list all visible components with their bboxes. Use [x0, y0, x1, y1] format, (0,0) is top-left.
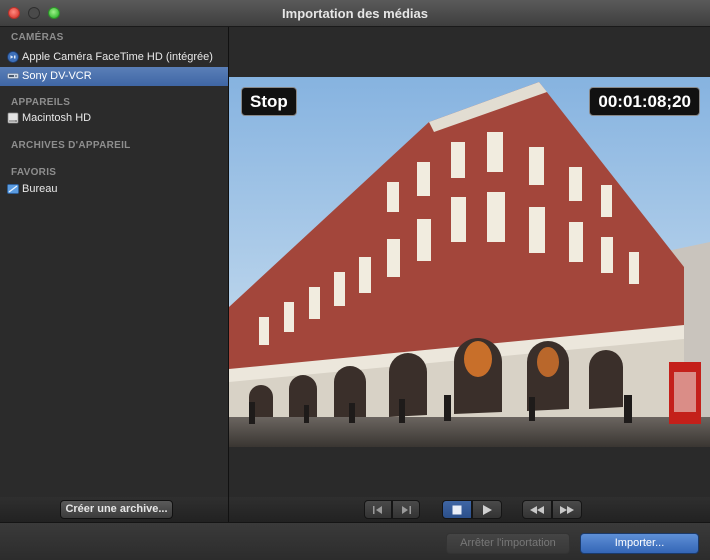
timecode-overlay: 00:01:08;20 [589, 87, 700, 116]
step-back-icon [373, 505, 382, 514]
sidebar-item-macintosh-hd[interactable]: Macintosh HD [0, 109, 228, 128]
fast-forward-button[interactable] [552, 500, 582, 519]
rewind-icon [530, 505, 544, 514]
sidebar-item-label: Sony DV-VCR [22, 70, 92, 82]
window-title: Importation des médias [282, 6, 428, 21]
sidebar: CAMÉRAS Apple Caméra FaceTime HD (intégr… [0, 27, 229, 497]
hard-drive-icon [7, 112, 19, 124]
sidebar-item-label: Bureau [22, 183, 58, 195]
sidebar-item-facetime-camera[interactable]: Apple Caméra FaceTime HD (intégrée) [0, 48, 228, 67]
sidebar-footer: Créer une archive... [0, 497, 229, 522]
building-video-frame [229, 77, 710, 447]
sidebar-item-label: Apple Caméra FaceTime HD (intégrée) [22, 51, 213, 63]
viewer-area: Stop 00:01:08;20 [229, 27, 710, 497]
section-header-archives: ARCHIVES D'APPAREIL [11, 140, 131, 151]
video-preview: Stop 00:01:08;20 [229, 77, 710, 447]
stop-icon [452, 505, 462, 514]
section-header-appareils: APPAREILS [11, 97, 71, 108]
transport-bar [229, 497, 710, 522]
create-archive-button[interactable]: Créer une archive... [60, 500, 173, 519]
rewind-button[interactable] [522, 500, 552, 519]
status-overlay: Stop [241, 87, 297, 116]
step-back-button[interactable] [364, 500, 392, 519]
fast-forward-icon [560, 505, 574, 514]
import-button[interactable]: Importer... [580, 533, 699, 554]
stop-button[interactable] [442, 500, 472, 519]
sidebar-item-bureau[interactable]: Bureau [0, 180, 228, 199]
play-icon [483, 504, 492, 515]
facetime-camera-icon [7, 51, 19, 63]
title-bar: Importation des médias [0, 0, 710, 27]
stop-import-button[interactable]: Arrêter l'importation [446, 533, 570, 554]
desktop-folder-icon [7, 184, 19, 194]
step-forward-icon [402, 505, 411, 514]
dv-vcr-icon [7, 73, 19, 79]
sidebar-item-label: Macintosh HD [22, 112, 92, 124]
section-header-cameras: CAMÉRAS [11, 32, 64, 43]
bottom-action-bar: Arrêter l'importation Importer... [0, 522, 710, 560]
play-button[interactable] [472, 500, 502, 519]
sidebar-item-sony-dv-vcr[interactable]: Sony DV-VCR [0, 67, 228, 86]
step-forward-button[interactable] [392, 500, 420, 519]
section-header-favoris: FAVORIS [11, 167, 57, 178]
